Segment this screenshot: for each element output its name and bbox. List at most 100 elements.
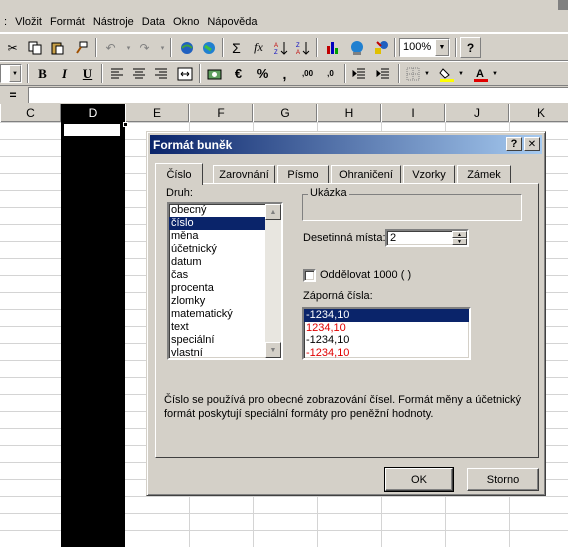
euro-button[interactable]: €: [228, 63, 249, 84]
svg-text:Z: Z: [296, 43, 300, 49]
fill-color-dropdown-icon[interactable]: ▼: [456, 63, 466, 84]
thousands-separator-label[interactable]: Oddělovat 1000 ( ): [320, 269, 411, 281]
map-icon[interactable]: [346, 37, 367, 58]
function-icon[interactable]: fx: [248, 37, 269, 58]
scroll-down-icon[interactable]: ▼: [265, 342, 281, 358]
title-strip: [0, 0, 568, 10]
tab-pismo[interactable]: Písmo: [277, 165, 329, 184]
list-item-selected[interactable]: -1234,10: [304, 309, 469, 322]
chart-wizard-icon[interactable]: [322, 37, 343, 58]
font-color-dropdown-icon[interactable]: ▼: [490, 63, 500, 84]
column-headers: C D E F G H I J K: [0, 104, 568, 122]
borders-dropdown-icon[interactable]: ▼: [422, 63, 432, 84]
formatting-toolbar: ▼ B I U € % , ,00 ,0 ▼ ▼ A ▼: [0, 61, 568, 86]
decimal-places-label: Desetinná místa:: [303, 232, 386, 244]
font-color-icon[interactable]: A: [470, 63, 491, 84]
align-right-icon[interactable]: [150, 63, 171, 84]
italic-button[interactable]: I: [54, 63, 75, 84]
cut-icon[interactable]: ✂: [2, 37, 23, 58]
list-item[interactable]: -1234,10: [304, 347, 469, 360]
column-header-d[interactable]: D: [61, 104, 125, 122]
format-painter-icon[interactable]: [70, 37, 91, 58]
underline-button[interactable]: U: [77, 63, 98, 84]
bold-button[interactable]: B: [32, 63, 53, 84]
svg-text:A: A: [476, 68, 484, 80]
merge-center-icon[interactable]: [174, 63, 195, 84]
zoom-dropdown-icon[interactable]: ▼: [435, 39, 449, 56]
ok-button[interactable]: OK: [384, 467, 454, 492]
active-cell[interactable]: [63, 123, 121, 137]
column-header-k[interactable]: K: [509, 104, 568, 122]
menu-item-format[interactable]: Formát: [46, 16, 89, 28]
help-icon[interactable]: ?: [460, 37, 481, 58]
formula-input[interactable]: [28, 87, 568, 103]
column-header-j[interactable]: J: [445, 104, 509, 122]
sort-ascending-icon[interactable]: AZ: [270, 37, 291, 58]
tab-zamek[interactable]: Zámek: [457, 165, 511, 184]
svg-text:Z: Z: [274, 50, 278, 56]
column-header-h[interactable]: H: [317, 104, 381, 122]
increase-indent-icon[interactable]: [372, 63, 393, 84]
formula-equals[interactable]: =: [0, 86, 26, 104]
fill-color-icon[interactable]: [436, 63, 457, 84]
dialog-close-button[interactable]: ✕: [524, 137, 540, 151]
borders-icon[interactable]: [402, 63, 423, 84]
tab-vzorky[interactable]: Vzorky: [403, 165, 455, 184]
percent-button[interactable]: %: [252, 63, 273, 84]
sort-descending-icon[interactable]: ZA: [292, 37, 313, 58]
category-list[interactable]: obecný číslo měna účetnický datum čas pr…: [167, 202, 283, 360]
dialog-title-bar[interactable]: Formát buněk ? ✕: [150, 135, 542, 154]
selected-column-d[interactable]: [61, 122, 128, 547]
dialog-help-button[interactable]: ?: [506, 137, 522, 151]
decimal-places-spinner[interactable]: 2 ▲ ▼: [385, 229, 469, 247]
autosum-icon[interactable]: Σ: [226, 37, 247, 58]
menu-fragment: :: [4, 16, 8, 28]
font-size-dropdown-icon[interactable]: ▼: [9, 65, 21, 82]
column-header-f[interactable]: F: [189, 104, 253, 122]
decrease-indent-icon[interactable]: [348, 63, 369, 84]
negative-numbers-list[interactable]: -1234,10 1234,10 -1234,10 -1234,10: [302, 307, 471, 360]
menu-item-napoveda[interactable]: Nápověda: [203, 16, 261, 28]
column-header-i[interactable]: I: [381, 104, 445, 122]
category-list-scrollbar[interactable]: ▲ ▼: [265, 204, 281, 358]
increase-decimal-button[interactable]: ,00: [297, 63, 318, 84]
web-toolbar-icon[interactable]: [198, 37, 219, 58]
svg-text:A: A: [274, 43, 278, 49]
menu-item-vlozit[interactable]: Vložit: [11, 16, 46, 28]
cancel-button[interactable]: Storno: [467, 468, 539, 491]
font-size-select[interactable]: ▼: [0, 64, 22, 83]
zoom-select[interactable]: 100% ▼: [399, 38, 450, 57]
formula-bar: =: [0, 86, 568, 104]
tab-zarovnani[interactable]: Zarovnání: [213, 165, 275, 184]
fill-handle[interactable]: [123, 122, 128, 127]
format-description: Číslo se používá pro obecné zobrazování …: [164, 394, 522, 420]
decrease-decimal-button[interactable]: ,0: [320, 63, 341, 84]
column-header-e[interactable]: E: [125, 104, 189, 122]
list-item[interactable]: 1234,10: [304, 322, 469, 335]
tab-ohraniceni[interactable]: Ohraničení: [331, 165, 401, 184]
format-cells-dialog: Formát buněk ? ✕ Číslo Zarovnání Písmo O…: [146, 131, 546, 496]
thousands-separator-checkbox[interactable]: [303, 269, 316, 282]
list-item[interactable]: -1234,10: [304, 334, 469, 347]
spin-up-icon[interactable]: ▲: [452, 231, 467, 238]
column-header-g[interactable]: G: [253, 104, 317, 122]
standard-toolbar: ✂ ↶ ▾ ↷ ▾ Σ fx AZ ZA 100% ▼ ?: [0, 33, 568, 61]
menu-item-okno[interactable]: Okno: [169, 16, 203, 28]
svg-text:A: A: [296, 50, 300, 56]
decimal-places-value[interactable]: 2: [390, 232, 396, 244]
drawing-icon[interactable]: [370, 37, 391, 58]
paste-icon[interactable]: [46, 37, 67, 58]
spin-down-icon[interactable]: ▼: [452, 238, 467, 245]
scroll-up-icon[interactable]: ▲: [265, 204, 281, 220]
column-header-c[interactable]: C: [0, 104, 61, 122]
align-left-icon[interactable]: [106, 63, 127, 84]
align-center-icon[interactable]: [128, 63, 149, 84]
menu-item-nastroje[interactable]: Nástroje: [89, 16, 138, 28]
comma-style-button[interactable]: ,: [274, 63, 295, 84]
tab-cislo[interactable]: Číslo: [155, 163, 203, 185]
hyperlink-icon[interactable]: [176, 37, 197, 58]
menu-item-data[interactable]: Data: [138, 16, 169, 28]
zoom-value: 100%: [403, 41, 432, 53]
currency-style-icon[interactable]: [204, 63, 225, 84]
copy-icon[interactable]: [24, 37, 45, 58]
